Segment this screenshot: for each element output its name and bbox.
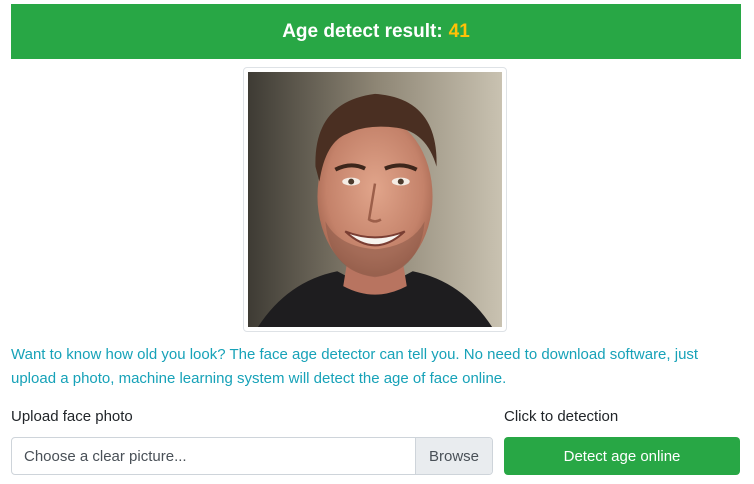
detect-age-button[interactable]: Detect age online [504,437,740,475]
result-label: Age detect result: [282,20,443,42]
detect-label: Click to detection [504,408,619,425]
info-text: Want to know how old you look? The face … [11,346,699,387]
age-value: 41 [448,20,470,42]
face-photo-frame [243,67,507,332]
file-placeholder[interactable]: Choose a clear picture... [12,438,415,474]
upload-label: Upload face photo [11,408,133,425]
browse-button[interactable]: Browse [415,438,492,474]
face-photo [248,72,502,327]
result-banner: Age detect result: 41 [11,4,741,59]
file-upload-input[interactable]: Choose a clear picture... Browse [11,437,493,475]
